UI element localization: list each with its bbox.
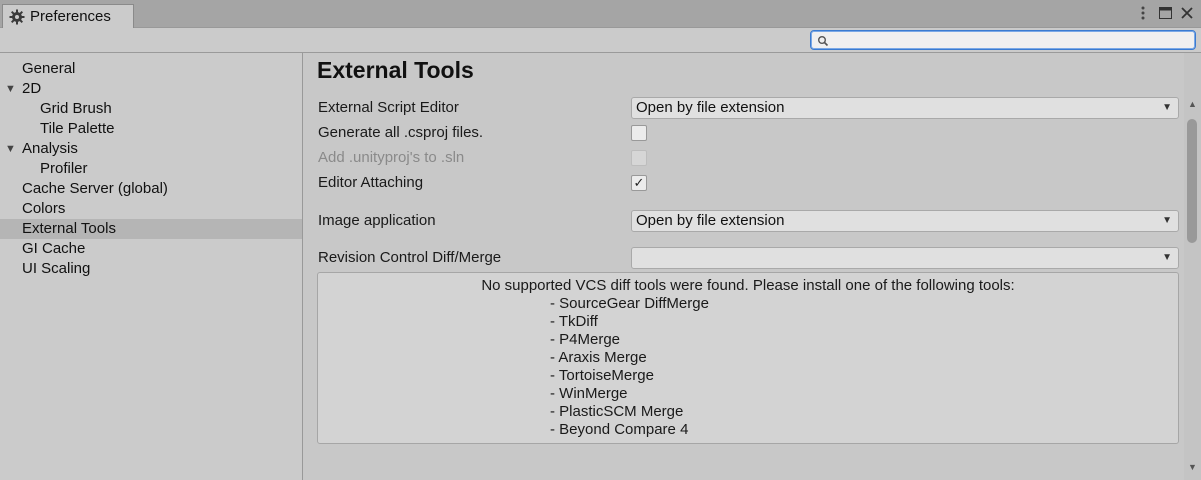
dropdown-arrow-icon: ▼ (1162, 215, 1172, 226)
sidebar-item-analysis[interactable]: ▼ Analysis (0, 139, 302, 159)
scroll-down-arrow-icon[interactable]: ▼ (1184, 460, 1201, 474)
list-item: - WinMerge (550, 385, 628, 402)
list-item: - SourceGear DiffMerge (550, 295, 709, 312)
image-application-label: Image application (318, 212, 436, 229)
preferences-window: Preferences General ▼ 2D Grid Brush Tile Pal… (0, 0, 1201, 480)
vcs-tool-list: - SourceGear DiffMerge - TkDiff - P4Merge -… (550, 295, 709, 439)
editor-attaching-label: Editor Attaching (318, 174, 424, 191)
gear-icon (9, 9, 25, 25)
scroll-up-arrow-icon[interactable]: ▲ (1184, 97, 1201, 111)
expand-caret-icon[interactable]: ▼ (5, 139, 16, 159)
sidebar-item-external-tools[interactable]: External Tools (0, 219, 302, 239)
sidebar: General ▼ 2D Grid Brush Tile Palette ▼ Analysi… (0, 53, 303, 480)
sidebar-item-label: Colors (22, 200, 66, 217)
sidebar-item-label: Cache Server (global) (22, 180, 168, 197)
maximize-icon[interactable] (1157, 4, 1173, 22)
external-script-editor-label: External Script Editor (318, 99, 459, 116)
sidebar-item-label: External Tools (22, 220, 116, 237)
sidebar-item-ui-scaling[interactable]: UI Scaling (0, 259, 302, 279)
list-item: - Beyond Compare 4 (550, 421, 689, 438)
sidebar-item-2d[interactable]: ▼ 2D (0, 79, 302, 99)
sidebar-item-profiler[interactable]: Profiler (0, 159, 302, 179)
more-icon[interactable] (1135, 4, 1151, 22)
tab-preferences[interactable]: Preferences (2, 4, 134, 28)
vcs-help-box: No supported VCS diff tools were found. … (317, 272, 1179, 444)
sidebar-item-label: Tile Palette (40, 120, 115, 137)
list-item: - TortoiseMerge (550, 367, 654, 384)
revision-control-dropdown[interactable]: ▼ (631, 247, 1179, 269)
dropdown-arrow-icon: ▼ (1162, 252, 1172, 263)
sidebar-item-label: 2D (22, 80, 42, 97)
generate-csproj-label: Generate all .csproj files. (318, 124, 484, 141)
search-icon (817, 34, 829, 47)
sidebar-item-tile-palette[interactable]: Tile Palette (0, 119, 302, 139)
list-item: - TkDiff (550, 313, 598, 330)
sidebar-item-label: UI Scaling (22, 260, 91, 277)
external-script-editor-dropdown[interactable]: Open by file extension ▼ (631, 97, 1179, 119)
external-script-editor-value: Open by file extension (636, 99, 785, 116)
checkmark-icon: ✓ (633, 175, 645, 190)
sidebar-item-grid-brush[interactable]: Grid Brush (0, 99, 302, 119)
search-input[interactable] (833, 31, 1188, 49)
sidebar-item-label: Grid Brush (40, 100, 112, 117)
sidebar-item-colors[interactable]: Colors (0, 199, 302, 219)
dropdown-arrow-icon: ▼ (1162, 102, 1172, 113)
expand-caret-icon[interactable]: ▼ (5, 79, 16, 99)
image-application-dropdown[interactable]: Open by file extension ▼ (631, 210, 1179, 232)
sidebar-item-label: General (22, 60, 76, 77)
add-unityproj-checkbox (631, 150, 647, 166)
sidebar-item-cache-server-global[interactable]: Cache Server (global) (0, 179, 302, 199)
scroll-thumb[interactable] (1187, 119, 1197, 243)
tab-title: Preferences (30, 8, 111, 25)
title-bar: Preferences (0, 0, 1201, 28)
close-icon[interactable] (1179, 4, 1195, 22)
sidebar-item-general[interactable]: General (0, 59, 302, 79)
image-application-value: Open by file extension (636, 212, 785, 229)
sidebar-item-label: Profiler (40, 160, 88, 177)
window-controls (1135, 4, 1195, 22)
main-content: External Tools External Script Editor Op… (304, 53, 1184, 480)
generate-csproj-checkbox[interactable] (631, 125, 647, 141)
toolbar (0, 28, 1201, 53)
sidebar-item-label: GI Cache (22, 240, 86, 257)
editor-attaching-checkbox[interactable]: ✓ (631, 175, 647, 191)
vertical-scrollbar[interactable]: ▲ ▼ (1184, 53, 1201, 480)
list-item: - Araxis Merge (550, 349, 647, 366)
add-unityproj-label: Add .unityproj's to .sln (318, 149, 465, 166)
search-box[interactable] (810, 30, 1196, 50)
page-title: External Tools (317, 57, 474, 83)
sidebar-item-gi-cache[interactable]: GI Cache (0, 239, 302, 259)
sidebar-item-label: Analysis (22, 140, 78, 157)
revision-control-label: Revision Control Diff/Merge (318, 249, 502, 266)
vcs-help-message: No supported VCS diff tools were found. … (481, 277, 1015, 294)
list-item: - PlasticSCM Merge (550, 403, 684, 420)
list-item: - P4Merge (550, 331, 621, 348)
